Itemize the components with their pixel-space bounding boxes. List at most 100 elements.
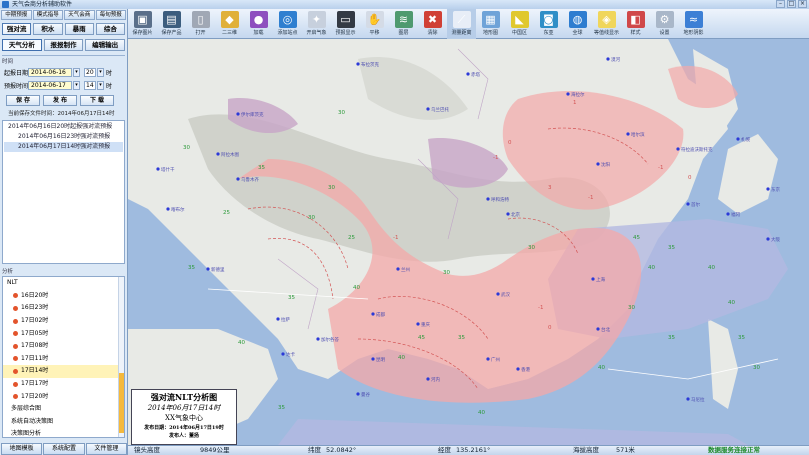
forecast-hour-field[interactable]: 14 <box>84 81 96 90</box>
file-list-item[interactable]: 2014年06月17日14时强对流预报 <box>4 142 123 152</box>
toolbar-button[interactable]: ✦ 开启气象 <box>302 9 331 39</box>
toolbar-button[interactable]: ◍ 全球 <box>563 9 592 39</box>
mode-tab-composite[interactable]: 综合 <box>95 23 125 35</box>
analysis-tree-item[interactable]: 决策图分析 <box>3 428 124 437</box>
toolbar-button[interactable]: ▭ 预报显示 <box>331 9 360 39</box>
station-point[interactable] <box>426 107 430 111</box>
station-point[interactable] <box>396 267 400 271</box>
toolbar-button[interactable]: ◎ 添加站点 <box>273 9 302 39</box>
analysis-tree-item[interactable]: 16日20时 <box>3 290 124 303</box>
station-point[interactable] <box>416 322 420 326</box>
station-point[interactable] <box>236 177 240 181</box>
station-point[interactable] <box>316 337 320 341</box>
toolbar-button[interactable]: ◣ 中国区 <box>505 9 534 39</box>
mode-tab-convection[interactable]: 强对流 <box>2 23 32 35</box>
toolbar-button[interactable]: ▤ 保存产品 <box>157 9 186 39</box>
toolbar-button[interactable]: ◙ 东亚 <box>534 9 563 39</box>
forecast-date-field[interactable]: 2014-06-17 <box>28 81 72 90</box>
station-point[interactable] <box>371 357 375 361</box>
station-point[interactable] <box>606 57 610 61</box>
station-point[interactable] <box>371 312 375 316</box>
station-point[interactable] <box>686 202 690 206</box>
station-point[interactable] <box>736 137 740 141</box>
toolbar-button[interactable]: ⟋ 测量距离 <box>447 9 476 39</box>
top-tab[interactable]: 模式指导 <box>32 10 63 20</box>
toolbar-button[interactable]: ≋ 图层 <box>389 9 418 39</box>
bottom-tab-system-config[interactable]: 系统配置 <box>43 443 85 455</box>
station-point[interactable] <box>216 152 220 156</box>
close-button[interactable]: × <box>798 0 807 8</box>
station-point[interactable] <box>676 147 680 151</box>
toolbar-button[interactable]: ◧ 样式 <box>621 9 650 39</box>
toolbar-button[interactable]: ✖ 清除 <box>418 9 447 39</box>
mode-tab-waterlogging[interactable]: 积水 <box>33 23 63 35</box>
save-button[interactable]: 保 存 <box>6 95 40 106</box>
station-point[interactable] <box>686 397 690 401</box>
station-point[interactable] <box>486 357 490 361</box>
station-point[interactable] <box>626 132 630 136</box>
forecast-date-dropdown-icon[interactable]: ▾ <box>73 81 80 90</box>
analysis-tree-item[interactable]: 17日05时 <box>3 327 124 340</box>
analysis-tree-item[interactable]: NLT <box>3 277 124 290</box>
download-button[interactable]: 下 载 <box>80 95 114 106</box>
start-date-field[interactable]: 2014-06-16 <box>28 68 72 77</box>
map-canvas[interactable]: 30 35 40 30 -1 0 1 3 -1 30 35 40 45 -1 0 40 35 30 25 40 35 -1… <box>128 39 809 445</box>
station-point[interactable] <box>166 207 170 211</box>
bottom-tab-file-management[interactable]: 文件管理 <box>85 443 127 455</box>
analysis-tree-item[interactable]: 17日11时 <box>3 353 124 366</box>
toolbar-button[interactable]: ✋ 平移 <box>360 9 389 39</box>
toolbar-button[interactable]: ◆ 二三维 <box>215 9 244 39</box>
station-point[interactable] <box>566 92 570 96</box>
analysis-tree-item[interactable]: 17日20时 <box>3 390 124 403</box>
station-point[interactable] <box>766 237 770 241</box>
mode-tab-rainstorm[interactable]: 暴雨 <box>64 23 94 35</box>
station-point[interactable] <box>426 377 430 381</box>
analysis-tree-item[interactable]: 17日14时 <box>3 365 124 378</box>
minimize-button[interactable]: – <box>776 0 785 8</box>
station-point[interactable] <box>466 72 470 76</box>
station-point[interactable] <box>206 267 210 271</box>
forecast-hour-dropdown-icon[interactable]: ▾ <box>97 81 104 90</box>
analysis-tree-item[interactable]: 17日08时 <box>3 340 124 353</box>
top-tab[interactable]: 每旬预报 <box>95 10 126 20</box>
station-point[interactable] <box>156 167 160 171</box>
file-list-item[interactable]: 2014年06月16日23时强对流预报 <box>4 132 123 142</box>
toolbar-button[interactable]: ◈ 等值线显示 <box>592 9 621 39</box>
toolbar-button[interactable]: ≈ 地形阴影 <box>679 9 708 39</box>
station-point[interactable] <box>596 327 600 331</box>
station-point[interactable] <box>506 212 510 216</box>
maximize-button[interactable]: □ <box>787 0 796 8</box>
station-point[interactable] <box>236 112 240 116</box>
analysis-tree-item[interactable]: 17日17时 <box>3 378 124 391</box>
analysis-tree-item[interactable]: 系统自动决策图 <box>3 416 124 429</box>
top-tab[interactable]: 天气会商 <box>64 10 95 20</box>
station-point[interactable] <box>281 352 285 356</box>
start-date-dropdown-icon[interactable]: ▾ <box>73 68 80 77</box>
analysis-tree-item[interactable]: 16日23时 <box>3 302 124 315</box>
publish-button[interactable]: 发 布 <box>43 95 77 106</box>
toolbar-button[interactable]: ▣ 保存图片 <box>128 9 157 39</box>
analysis-tree-item[interactable]: 多层综合图 <box>3 403 124 416</box>
station-point[interactable] <box>356 392 360 396</box>
station-point[interactable] <box>276 317 280 321</box>
analysis-tree-item[interactable]: 17日02时 <box>3 315 124 328</box>
station-point[interactable] <box>726 212 730 216</box>
toolbar-button[interactable]: ⚙ 设置 <box>650 9 679 39</box>
file-list-item[interactable]: 2014年06月16日20时起报强对流预报 <box>4 122 123 132</box>
toolbar-button[interactable]: ▯ 打开 <box>186 9 215 39</box>
sub-tab-weather-analysis[interactable]: 天气分析 <box>2 39 42 51</box>
station-point[interactable] <box>596 162 600 166</box>
station-point[interactable] <box>496 292 500 296</box>
station-point[interactable] <box>486 197 490 201</box>
toolbar-button[interactable]: ▦ 地形图 <box>476 9 505 39</box>
toolbar-button[interactable]: ● 加载 <box>244 9 273 39</box>
tree-scrollbar[interactable] <box>118 277 124 437</box>
start-hour-field[interactable]: 20 <box>84 68 96 77</box>
start-hour-dropdown-icon[interactable]: ▾ <box>97 68 104 77</box>
station-point[interactable] <box>766 187 770 191</box>
station-point[interactable] <box>591 277 595 281</box>
map-view[interactable]: 30 35 40 30 -1 0 1 3 -1 30 35 40 45 -1 0 40 35 30 25 40 35 -1… <box>128 39 809 445</box>
top-tab[interactable]: 中期预报 <box>1 10 32 20</box>
sub-tab-report-making[interactable]: 报报制作 <box>43 39 84 51</box>
bottom-tab-map-template[interactable]: 地图模板 <box>1 443 43 455</box>
